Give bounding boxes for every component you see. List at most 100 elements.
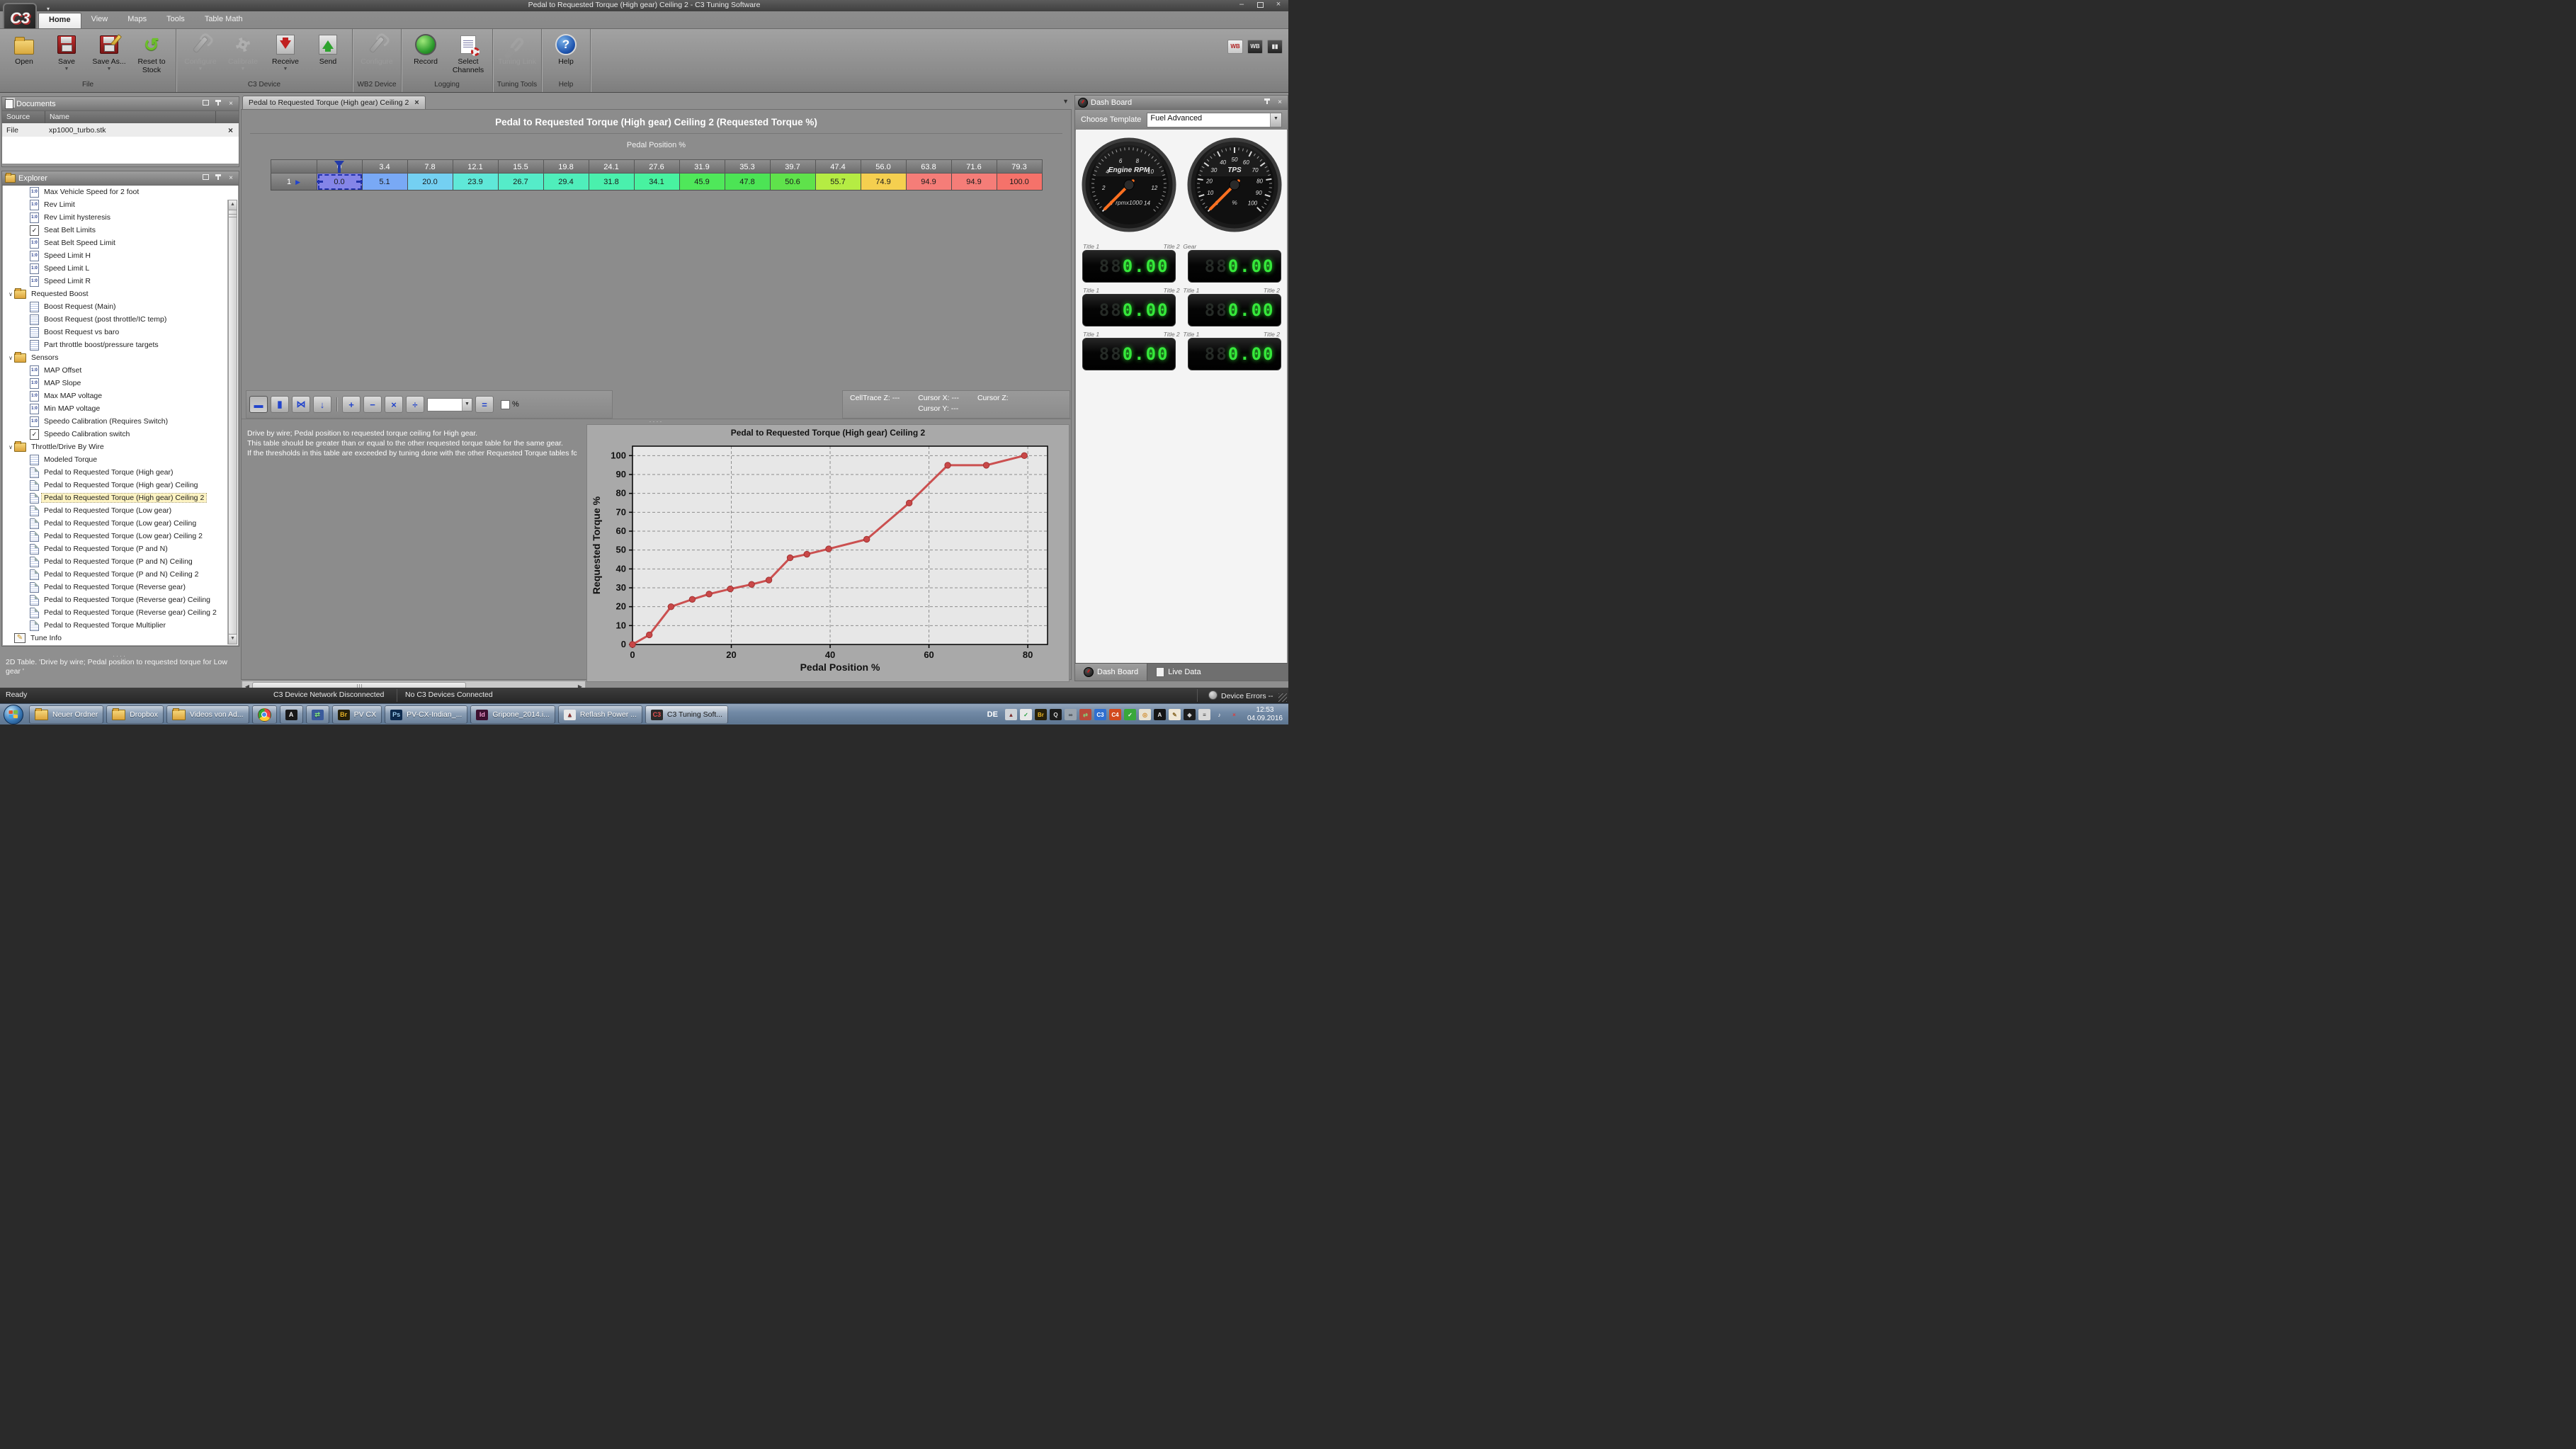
explorer-pin-button[interactable] bbox=[213, 174, 223, 183]
ribbon-tab-maps[interactable]: Maps bbox=[118, 13, 157, 28]
tree-item[interactable]: Pedal to Requested Torque (P and N) Ceil… bbox=[3, 568, 229, 581]
documents-float-button[interactable] bbox=[200, 100, 210, 108]
reset-to-stock-button[interactable]: ↻Reset to Stock bbox=[132, 32, 171, 76]
table-cell[interactable]: 45.9 bbox=[680, 174, 725, 191]
sync-ok-icon[interactable]: ✓ bbox=[1124, 709, 1136, 720]
maximize-button[interactable] bbox=[1254, 1, 1266, 9]
documents-close-button[interactable]: × bbox=[226, 100, 236, 108]
ribbon-tab-home[interactable]: Home bbox=[38, 13, 81, 28]
subtract-button[interactable]: − bbox=[363, 396, 382, 413]
taskbar-button-affinity[interactable]: A bbox=[280, 705, 303, 724]
volume-icon[interactable]: ♪ bbox=[1213, 709, 1225, 720]
document-close-icon[interactable]: × bbox=[228, 125, 233, 135]
tree-item[interactable]: 1:0Speed Limit L bbox=[3, 262, 229, 275]
table-cell[interactable]: 74.9 bbox=[861, 174, 907, 191]
table-cell[interactable]: 34.1 bbox=[635, 174, 680, 191]
dashboard-tab-live-data[interactable]: Live Data bbox=[1147, 664, 1209, 681]
tree-item[interactable]: ✓Seat Belt Limits bbox=[3, 224, 229, 237]
table-cell[interactable]: 47.8 bbox=[725, 174, 771, 191]
tree-item[interactable]: 1:0MAP Offset bbox=[3, 364, 229, 377]
expand-chevron-icon[interactable]: ∨ bbox=[7, 444, 14, 450]
taskbar-button-c3-tuning-soft-[interactable]: C3C3 Tuning Soft... bbox=[645, 705, 728, 724]
set-equal-button[interactable]: = bbox=[475, 396, 494, 413]
affinity-tray-icon[interactable]: A bbox=[1154, 709, 1166, 720]
tab-list-dropdown-icon[interactable]: ▼ bbox=[1062, 98, 1069, 105]
column-header[interactable]: 7.8 bbox=[408, 159, 453, 174]
column-header[interactable]: 35.3 bbox=[725, 159, 771, 174]
send-button[interactable]: Send bbox=[308, 32, 348, 67]
tree-item[interactable]: Pedal to Requested Torque (Reverse gear)… bbox=[3, 593, 229, 606]
dashboard-header[interactable]: Dash Board × bbox=[1075, 96, 1288, 110]
table-cell[interactable]: 55.7 bbox=[816, 174, 861, 191]
bridge-tray-icon[interactable]: Br bbox=[1035, 709, 1047, 720]
tree-item[interactable]: 1:0Speed Limit R bbox=[3, 275, 229, 288]
cat-app-icon[interactable]: ◆ bbox=[1184, 709, 1196, 720]
display-switch-icon[interactable]: ⇄ bbox=[1079, 709, 1091, 720]
scrollbar-thumb[interactable] bbox=[228, 210, 237, 635]
receive-button[interactable]: Receive▼ bbox=[266, 32, 305, 73]
wb2-gauge-icon[interactable]: WB bbox=[1247, 40, 1263, 54]
dashboard-pin-button[interactable] bbox=[1262, 98, 1272, 107]
column-header[interactable]: 79.3 bbox=[997, 159, 1043, 174]
document-tab-close-icon[interactable]: × bbox=[414, 98, 419, 107]
table-cell[interactable]: 29.4 bbox=[544, 174, 589, 191]
tree-item[interactable]: Boost Request (Main) bbox=[3, 300, 229, 313]
help-button[interactable]: ?Help bbox=[546, 32, 586, 67]
column-header[interactable]: 0 bbox=[317, 159, 363, 174]
document-tab[interactable]: Pedal to Requested Torque (High gear) Ce… bbox=[242, 96, 426, 109]
table-cell[interactable]: 0.0 bbox=[317, 174, 363, 191]
explorer-scrollbar[interactable]: ▲ ▼ bbox=[227, 200, 237, 644]
tree-item[interactable]: Pedal to Requested Torque (Low gear) bbox=[3, 504, 229, 517]
reflash-tray-icon[interactable]: ▲ bbox=[1005, 709, 1017, 720]
start-button[interactable] bbox=[4, 705, 23, 724]
column-header[interactable]: 15.5 bbox=[499, 159, 544, 174]
interpolate-button[interactable]: ⋈ bbox=[292, 396, 310, 413]
color-app-icon[interactable]: ◎ bbox=[1139, 709, 1151, 720]
dropdown-caret-icon[interactable]: ▼ bbox=[283, 67, 288, 72]
fill-down-button[interactable]: ↓ bbox=[313, 396, 331, 413]
dropdown-caret-icon[interactable]: ▼ bbox=[241, 67, 246, 72]
table-cell[interactable]: 23.9 bbox=[453, 174, 499, 191]
explorer-float-button[interactable] bbox=[200, 174, 210, 183]
tree-item[interactable]: 1:0Max Vehicle Speed for 2 foot bbox=[3, 186, 229, 198]
table-cell[interactable]: 100.0 bbox=[997, 174, 1043, 191]
dashboard-tab-dash-board[interactable]: Dash Board bbox=[1075, 664, 1147, 681]
ribbon-tab-tools[interactable]: Tools bbox=[157, 13, 195, 28]
taskbar-clock[interactable]: 12:53 04.09.2016 bbox=[1247, 706, 1283, 723]
tree-item[interactable]: Modeled Torque bbox=[3, 453, 229, 466]
table-cell[interactable]: 50.6 bbox=[771, 174, 816, 191]
taskbar-button-neuer-ordner[interactable]: Neuer Ordner bbox=[29, 705, 103, 724]
taskbar-button-chrome[interactable] bbox=[252, 705, 277, 724]
tree-item[interactable]: ✎Tune Info bbox=[3, 632, 229, 644]
documents-pin-button[interactable] bbox=[213, 100, 223, 108]
tree-item[interactable]: 1:0Max MAP voltage bbox=[3, 390, 229, 402]
tree-item[interactable]: Pedal to Requested Torque (High gear) bbox=[3, 466, 229, 479]
column-header[interactable]: 71.6 bbox=[952, 159, 997, 174]
network-disconnected-icon[interactable]: × bbox=[1228, 709, 1240, 720]
display-settings-icon[interactable]: ≡ bbox=[1198, 709, 1210, 720]
tree-item[interactable]: Boost Request (post throttle/IC temp) bbox=[3, 313, 229, 326]
document-row[interactable]: File xp1000_turbo.stk × bbox=[2, 123, 239, 137]
multiply-button[interactable]: × bbox=[385, 396, 403, 413]
tree-item[interactable]: Pedal to Requested Torque (High gear) Ce… bbox=[3, 479, 229, 491]
documents-col-name[interactable]: Name bbox=[45, 111, 216, 123]
close-button[interactable]: × bbox=[1273, 1, 1284, 9]
table-cell[interactable]: 5.1 bbox=[363, 174, 408, 191]
column-header[interactable]: 27.6 bbox=[635, 159, 680, 174]
save-as--button[interactable]: Save As...▼ bbox=[89, 32, 129, 73]
record-button[interactable]: Record bbox=[406, 32, 446, 67]
taskbar-button-videos-von-ad-[interactable]: Videos von Ad... bbox=[166, 705, 249, 724]
combo-caret-icon[interactable]: ▼ bbox=[462, 399, 472, 411]
table-cell[interactable]: 94.9 bbox=[952, 174, 997, 191]
expand-chevron-icon[interactable]: ∨ bbox=[7, 355, 14, 361]
tree-item[interactable]: Part throttle boost/pressure targets bbox=[3, 339, 229, 351]
explorer-panel-header[interactable]: Explorer × bbox=[2, 171, 239, 186]
tree-item[interactable]: Boost Request vs baro bbox=[3, 326, 229, 339]
tree-item[interactable]: ∨Requested Boost bbox=[3, 288, 229, 300]
tree-item[interactable]: Pedal to Requested Torque (Reverse gear)… bbox=[3, 606, 229, 619]
save-button[interactable]: Save▼ bbox=[47, 32, 86, 73]
taskbar-button-dropbox[interactable]: Dropbox bbox=[106, 705, 164, 724]
taskbar-button-pv-cx[interactable]: BrPV CX bbox=[332, 705, 382, 724]
column-header[interactable]: 47.4 bbox=[816, 159, 861, 174]
table-cell[interactable]: 31.8 bbox=[589, 174, 635, 191]
